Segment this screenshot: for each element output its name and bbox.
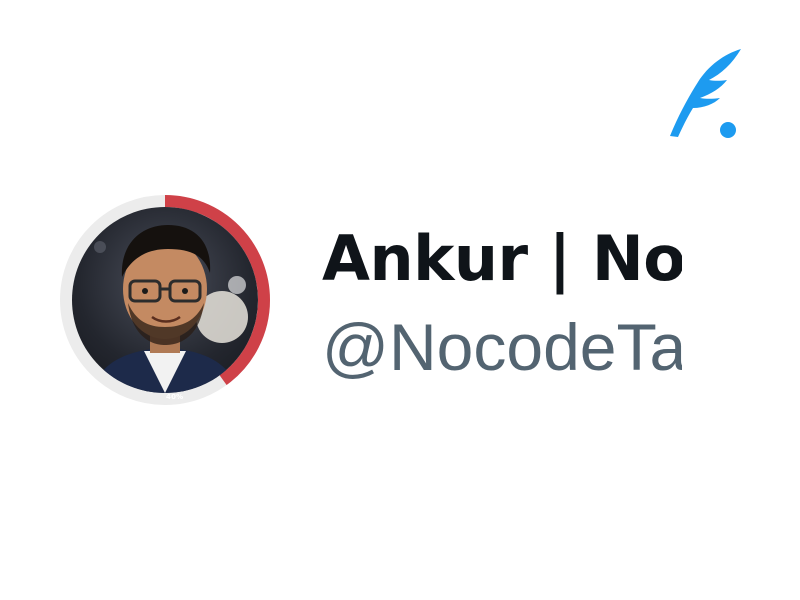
- progress-percent-label: 40%: [166, 393, 184, 401]
- avatar: [72, 207, 258, 393]
- avatar-with-progress-ring[interactable]: 40%: [60, 195, 270, 405]
- profile-card: 40% Ankur | NoC @NocodeTa: [0, 0, 800, 600]
- display-name: Ankur | NoC: [322, 222, 682, 295]
- avatar-photo: [92, 225, 248, 393]
- user-handle[interactable]: @NocodeTa: [322, 308, 682, 386]
- profile-text: Ankur | NoC @NocodeTa: [322, 220, 682, 390]
- quill-logo-icon: [670, 49, 741, 138]
